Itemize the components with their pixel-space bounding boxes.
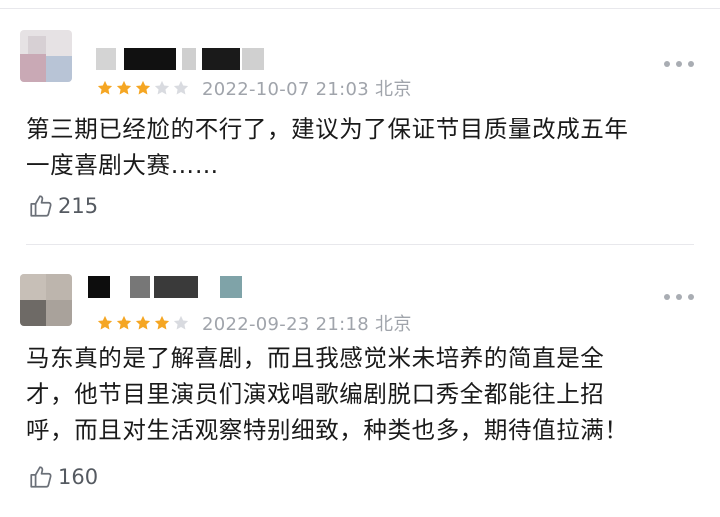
review-content-line: 呼，而且对生活观察特别细致，种类也多，期待值拉满！ bbox=[26, 416, 629, 444]
more-dots-icon bbox=[664, 61, 670, 67]
star-icon bbox=[173, 80, 189, 95]
review-content: 第三期已经尬的不行了，建议为了保证节目质量改成五年 一度喜剧大赛…… bbox=[26, 111, 702, 183]
star-icon bbox=[116, 80, 132, 95]
review-date-location: 2022-10-07 21:03 北京 bbox=[202, 79, 412, 100]
more-options-button[interactable] bbox=[664, 59, 694, 69]
more-dots-icon bbox=[664, 294, 670, 300]
more-options-button[interactable] bbox=[664, 292, 694, 302]
username-blurred[interactable] bbox=[88, 276, 248, 298]
review-meta: 2022-10-07 21:03 北京 bbox=[96, 75, 412, 101]
review-item: 2022-10-07 21:03 北京 第三期已经尬的不行了，建议为了保证节目质… bbox=[0, 0, 720, 240]
review-content-line: 一度喜剧大赛…… bbox=[26, 151, 219, 179]
like-count: 160 bbox=[58, 465, 99, 489]
like-button[interactable]: 160 bbox=[28, 462, 98, 492]
star-icon bbox=[116, 315, 132, 330]
star-icon bbox=[135, 315, 151, 330]
avatar[interactable] bbox=[20, 30, 72, 82]
star-icon bbox=[97, 80, 113, 95]
review-meta: 2022-09-23 21:18 北京 bbox=[96, 310, 412, 336]
review-item: 2022-09-23 21:18 北京 马东真的是了解喜剧，而且我感觉米未培养的… bbox=[0, 250, 720, 517]
rating-stars bbox=[96, 314, 190, 332]
thumbs-up-icon bbox=[30, 466, 52, 488]
thumbs-up-icon bbox=[30, 195, 52, 217]
star-icon bbox=[154, 80, 170, 95]
review-date-location: 2022-09-23 21:18 北京 bbox=[202, 314, 412, 335]
star-icon bbox=[97, 315, 113, 330]
review-content-line: 才，他节目里演员们演戏唱歌编剧脱口秀全都能往上招 bbox=[26, 380, 605, 408]
review-content: 马东真的是了解喜剧，而且我感觉米未培养的简直是全 才，他节目里演员们演戏唱歌编剧… bbox=[26, 340, 702, 448]
like-button[interactable]: 215 bbox=[28, 191, 98, 221]
review-content-line: 第三期已经尬的不行了，建议为了保证节目质量改成五年 bbox=[26, 115, 629, 143]
username-blurred[interactable] bbox=[96, 48, 268, 70]
star-icon bbox=[173, 315, 189, 330]
like-count: 215 bbox=[58, 194, 99, 218]
star-icon bbox=[154, 315, 170, 330]
avatar[interactable] bbox=[20, 274, 72, 326]
rating-stars bbox=[96, 79, 190, 97]
review-content-line: 马东真的是了解喜剧，而且我感觉米未培养的简直是全 bbox=[26, 344, 605, 372]
review-divider bbox=[26, 244, 694, 245]
star-icon bbox=[135, 80, 151, 95]
